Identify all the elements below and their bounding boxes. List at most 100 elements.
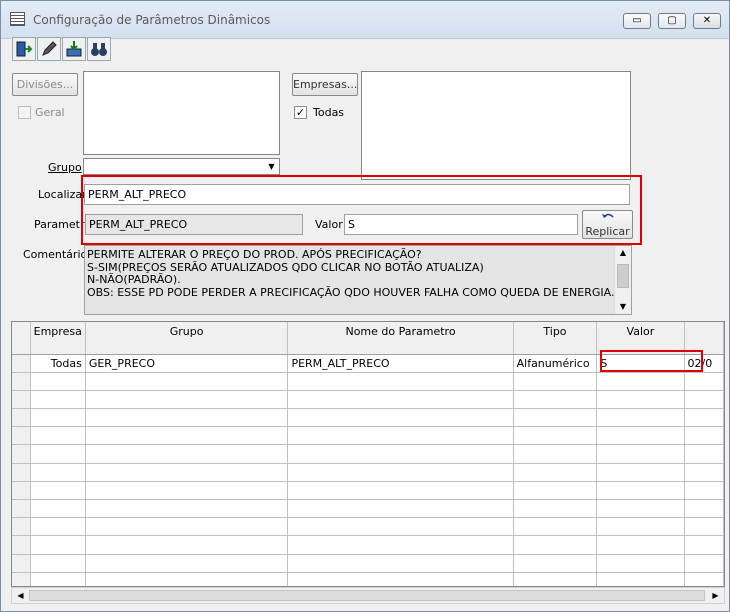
grid-cell[interactable] [596,554,685,573]
grid-cell[interactable] [30,535,86,555]
grid-cell[interactable] [684,481,724,501]
grid-cell[interactable] [30,444,86,464]
grid-cell[interactable] [513,408,598,428]
cell-extra[interactable]: 02/0 [684,354,724,373]
parametros-grid[interactable]: Empresa Grupo Nome do Parametro Tipo Val… [11,321,725,587]
grid-cell[interactable] [596,463,685,482]
grupo-select[interactable]: ▼ [83,158,280,175]
table-row[interactable]: Todas GER_PRECO PERM_ALT_PRECO Alfanumér… [12,354,724,373]
grid-cell[interactable] [30,408,86,428]
table-row[interactable] [12,408,724,428]
grid-horizontal-scrollbar[interactable]: ◀ ▶ [11,587,725,604]
grid-cell[interactable] [85,499,289,519]
col-header-extra[interactable] [684,322,724,355]
table-row[interactable] [12,444,724,464]
grid-cell[interactable] [287,426,514,446]
cell-grupo[interactable]: GER_PRECO [85,354,289,373]
grid-cell[interactable] [684,426,724,446]
grid-cell[interactable] [30,426,86,446]
grid-cell[interactable] [684,535,724,555]
col-header-nome-parametro[interactable]: Nome do Parametro [287,322,514,355]
grid-cell[interactable] [513,572,598,586]
memo-scrollbar[interactable]: ▲ ▼ [614,246,631,314]
grid-cell[interactable] [85,426,289,446]
empresas-list[interactable] [361,71,631,180]
table-row[interactable] [12,554,724,573]
empresas-button[interactable]: Empresas... [292,73,358,96]
save-button[interactable] [62,37,86,61]
grid-cell[interactable] [513,372,598,391]
grid-cell[interactable] [684,554,724,573]
grid-cell[interactable] [513,535,598,555]
grid-cell[interactable] [596,481,685,501]
grid-cell[interactable] [513,426,598,446]
search-button[interactable] [87,37,111,61]
grid-cell[interactable] [85,372,289,391]
replicar-button[interactable]: Replicar [582,210,633,239]
grid-cell[interactable] [684,372,724,391]
divisoes-list[interactable] [83,71,280,155]
grid-cell[interactable] [287,372,514,391]
exit-button[interactable] [12,37,36,61]
grid-cell[interactable] [596,372,685,391]
grid-cell[interactable] [684,499,724,519]
grid-cell[interactable] [684,390,724,410]
grid-cell[interactable] [596,499,685,519]
table-row[interactable] [12,481,724,501]
grid-cell[interactable] [287,554,514,573]
cell-nome-parametro[interactable]: PERM_ALT_PRECO [287,354,514,373]
grid-cell[interactable] [85,444,289,464]
grid-cell[interactable] [287,481,514,501]
grid-cell[interactable] [513,554,598,573]
table-row[interactable] [12,499,724,519]
grid-cell[interactable] [513,481,598,501]
grid-cell[interactable] [513,444,598,464]
cell-tipo[interactable]: Alfanumérico [513,354,598,373]
maximize-button[interactable]: ▢ [658,13,686,29]
grid-cell[interactable] [513,390,598,410]
grid-cell[interactable] [287,517,514,537]
col-header-grupo[interactable]: Grupo [85,322,289,355]
grid-cell[interactable] [596,390,685,410]
grid-cell[interactable] [30,463,86,482]
grid-cell[interactable] [85,463,289,482]
edit-button[interactable] [37,37,61,61]
grid-cell[interactable] [287,408,514,428]
grid-cell[interactable] [30,499,86,519]
grid-cell[interactable] [85,535,289,555]
col-header-tipo[interactable]: Tipo [513,322,598,355]
scroll-left-icon[interactable]: ◀ [12,588,29,603]
comentarios-memo[interactable]: PERMITE ALTERAR O PREÇO DO PROD. APÓS PR… [84,245,632,315]
grid-scroll-thumb[interactable] [29,590,705,601]
col-header-empresa[interactable]: Empresa [30,322,86,355]
grid-cell[interactable] [287,463,514,482]
table-row[interactable] [12,390,724,410]
table-row[interactable] [12,372,724,391]
grid-cell[interactable] [85,572,289,586]
grid-cell[interactable] [30,554,86,573]
divisoes-button[interactable]: Divisões... [12,73,78,96]
minimize-button[interactable]: ▭ [623,13,651,29]
scroll-up-icon[interactable]: ▲ [615,247,631,260]
chevron-down-icon[interactable]: ▼ [264,159,279,174]
valor-input[interactable]: S [344,214,578,235]
grid-cell[interactable] [30,372,86,391]
scroll-down-icon[interactable]: ▼ [615,301,631,314]
grid-cell[interactable] [30,390,86,410]
grid-cell[interactable] [287,572,514,586]
grid-cell[interactable] [287,535,514,555]
grid-cell[interactable] [513,517,598,537]
close-button[interactable]: ✕ [693,13,721,29]
geral-checkbox[interactable] [18,106,31,119]
grid-cell[interactable] [30,517,86,537]
table-row[interactable] [12,535,724,555]
localizar-input[interactable]: PERM_ALT_PRECO [84,184,630,205]
grid-cell[interactable] [596,535,685,555]
grid-cell[interactable] [596,517,685,537]
memo-scroll-thumb[interactable] [617,264,629,288]
grid-cell[interactable] [85,517,289,537]
grid-cell[interactable] [684,444,724,464]
grid-cell[interactable] [30,481,86,501]
todas-checkbox[interactable]: ✓ [294,106,307,119]
grid-cell[interactable] [596,408,685,428]
